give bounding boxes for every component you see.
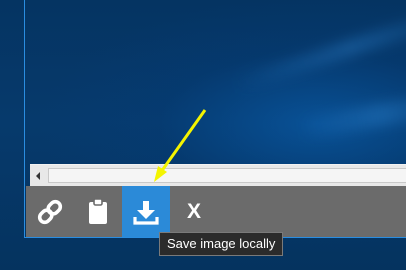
save-image-tooltip: Save image locally [159,232,284,256]
scroll-left-button[interactable] [30,165,46,186]
link-icon [37,199,63,224]
scroll-left-arrow-icon [36,171,40,180]
scrollbar-thumb[interactable] [48,168,406,183]
close-button[interactable]: X [170,186,218,237]
copy-to-clipboard-button[interactable] [74,186,122,237]
close-button-label: X [186,199,201,223]
save-image-button[interactable] [122,186,170,237]
download-icon [133,200,159,225]
horizontal-scrollbar[interactable] [30,164,406,186]
clipboard-icon [89,197,107,224]
image-toolbar: X [26,186,406,237]
copy-link-button[interactable] [26,186,74,237]
